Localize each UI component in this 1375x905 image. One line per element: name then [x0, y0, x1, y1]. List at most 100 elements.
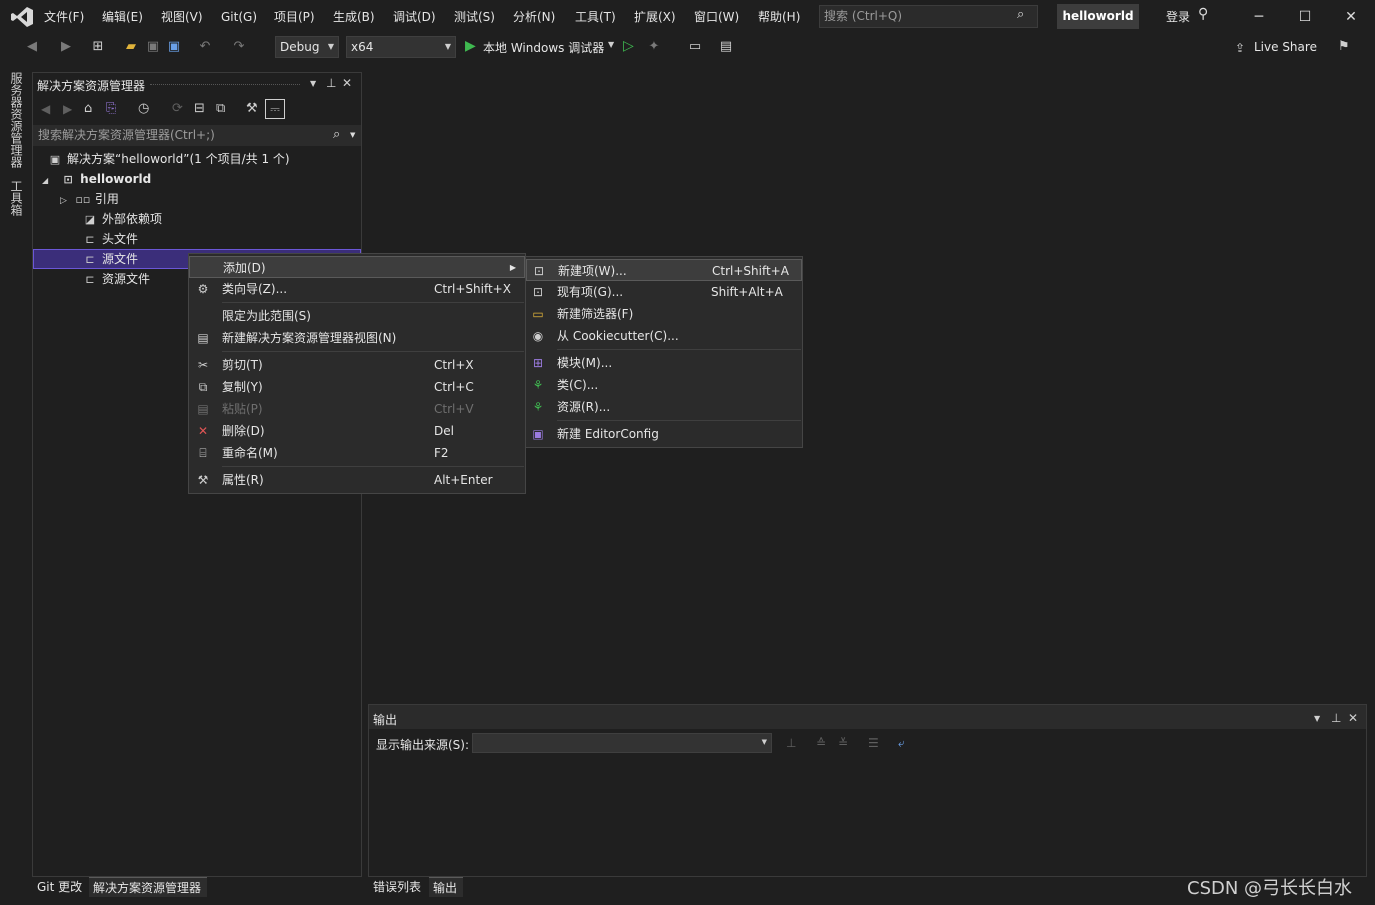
toolbox-tab[interactable]: 工具箱: [9, 180, 25, 220]
undo-icon[interactable]: ↶: [196, 38, 214, 56]
menu-item-add[interactable]: 添加(D) ▶: [189, 256, 525, 278]
solution-label: 解决方案“helloworld”(1 个项目/共 1 个): [67, 152, 290, 166]
forward-icon[interactable]: ▶: [63, 102, 72, 116]
menu-item-new-explorer-view[interactable]: ▤ 新建解决方案资源管理器视图(N): [189, 327, 525, 349]
submenu-item-new-item[interactable]: ⊡ 新建项(W)... Ctrl+Shift+A: [526, 259, 802, 281]
submenu-item-new-filter[interactable]: ▭ 新建筛选器(F): [526, 303, 802, 325]
menu-window[interactable]: 窗口(W): [694, 8, 739, 26]
tab-output[interactable]: 输出: [429, 877, 463, 897]
close-icon[interactable]: ✕: [342, 76, 352, 90]
tree-project-node[interactable]: ◢ ⊡ helloworld: [42, 169, 151, 189]
navigate-back-icon[interactable]: ◀: [22, 38, 42, 56]
solution-folder-icon[interactable]: ▭: [686, 38, 704, 56]
tree-source-files-node[interactable]: ⊏ 源文件: [82, 249, 138, 269]
pin-icon[interactable]: ⊥: [326, 76, 336, 90]
tree-resource-files-node[interactable]: ⊏ 资源文件: [82, 269, 150, 289]
home-icon[interactable]: ⌂: [84, 101, 92, 116]
live-share-icon[interactable]: ⇪: [1235, 41, 1245, 55]
menu-test[interactable]: 测试(S): [454, 8, 495, 26]
hot-reload-icon[interactable]: ✦: [645, 38, 663, 56]
redo-icon[interactable]: ↷: [230, 38, 248, 56]
preview-selected-icon[interactable]: ⎓: [265, 99, 285, 119]
tab-solution-explorer[interactable]: 解决方案资源管理器: [89, 877, 207, 897]
start-without-debug-icon[interactable]: ▷: [623, 38, 634, 54]
drag-grip[interactable]: [150, 84, 300, 85]
menu-item-copy[interactable]: ⧉ 复制(Y) Ctrl+C: [189, 376, 525, 398]
close-icon[interactable]: ✕: [1340, 6, 1362, 28]
tab-git-changes[interactable]: Git 更改: [33, 877, 86, 897]
collapse-triangle-icon[interactable]: ▷: [60, 196, 67, 206]
platform-select[interactable]: x64 ▼: [346, 36, 456, 58]
properties-wrench-icon[interactable]: ⚒: [246, 101, 258, 116]
minimize-icon[interactable]: ─: [1248, 6, 1270, 28]
submenu-item-resource[interactable]: ⚘ 资源(R)...: [526, 396, 802, 418]
menu-project[interactable]: 项目(P): [274, 8, 315, 26]
solution-name-badge: helloworld: [1057, 4, 1139, 29]
menu-item-scope-to-this[interactable]: 限定为此范围(S): [189, 305, 525, 327]
tab-error-list[interactable]: 错误列表: [369, 877, 425, 897]
search-icon[interactable]: ⌕: [1017, 7, 1024, 22]
word-wrap-icon[interactable]: ⤶: [898, 736, 905, 751]
menu-analyze[interactable]: 分析(N): [513, 8, 555, 26]
menu-build[interactable]: 生成(B): [333, 8, 375, 26]
tree-external-deps-node[interactable]: ◪ 外部依赖项: [82, 209, 162, 229]
pending-changes-icon[interactable]: ◷: [138, 101, 149, 116]
tree-header-files-node[interactable]: ⊏ 头文件: [82, 229, 138, 249]
submenu-item-editorconfig[interactable]: ▣ 新建 EditorConfig: [526, 423, 802, 445]
run-target-button[interactable]: 本地 Windows 调试器: [483, 39, 604, 56]
expand-triangle-icon[interactable]: ◢: [42, 176, 48, 185]
save-icon[interactable]: ▣: [144, 38, 162, 56]
config-select[interactable]: Debug ▼: [275, 36, 339, 58]
save-all-icon[interactable]: ▣: [165, 38, 183, 56]
submenu-item-cookiecutter[interactable]: ◉ 从 Cookiecutter(C)...: [526, 325, 802, 347]
solution-search-input[interactable]: 搜索解决方案资源管理器(Ctrl+;): [33, 125, 361, 146]
submenu-item-existing-item[interactable]: ⊡ 现有项(G)... Shift+Alt+A: [526, 281, 802, 303]
start-debug-icon[interactable]: ▶: [465, 38, 476, 54]
output-source-select[interactable]: ▼: [472, 733, 772, 753]
tree-solution-node[interactable]: ▣ 解决方案“helloworld”(1 个项目/共 1 个): [47, 149, 290, 169]
tree-references-node[interactable]: ▷ ▫▫ 引用: [60, 189, 119, 209]
menu-item-rename[interactable]: ⌸ 重命名(M) F2: [189, 442, 525, 464]
chevron-down-icon[interactable]: ▼: [608, 40, 614, 49]
prev-message-icon[interactable]: ≙: [816, 736, 826, 750]
login-link[interactable]: 登录: [1166, 8, 1190, 25]
back-icon[interactable]: ◀: [41, 102, 50, 116]
switch-views-icon[interactable]: ⎘: [106, 101, 116, 116]
menu-extensions[interactable]: 扩展(X): [634, 8, 676, 26]
pin-icon[interactable]: ⊥: [1331, 711, 1341, 725]
menu-view[interactable]: 视图(V): [161, 8, 203, 26]
menu-help[interactable]: 帮助(H): [758, 8, 800, 26]
layout-icon[interactable]: ▤: [716, 38, 736, 56]
server-explorer-tab[interactable]: 服务器资源管理器: [9, 72, 25, 170]
find-message-icon[interactable]: ⊥: [786, 736, 796, 750]
navigate-forward-icon[interactable]: ▶: [56, 38, 76, 56]
new-project-icon[interactable]: ⊞: [88, 38, 108, 56]
menu-item-class-wizard[interactable]: ⚙ 类向导(Z)... Ctrl+Shift+X: [189, 278, 525, 300]
menu-git[interactable]: Git(G): [221, 8, 257, 26]
maximize-icon[interactable]: ☐: [1294, 6, 1316, 28]
menu-item-cut[interactable]: ✂ 剪切(T) Ctrl+X: [189, 354, 525, 376]
feedback-icon[interactable]: ⚑: [1338, 39, 1350, 54]
close-icon[interactable]: ✕: [1348, 711, 1358, 725]
menu-debug[interactable]: 调试(D): [393, 8, 436, 26]
chevron-down-icon[interactable]: ▼: [310, 79, 316, 88]
live-share-button[interactable]: Live Share: [1254, 40, 1317, 54]
menu-file[interactable]: 文件(F): [44, 8, 84, 26]
show-all-files-icon[interactable]: ⧉: [216, 101, 225, 116]
collapse-all-icon[interactable]: ⊟: [194, 101, 205, 116]
open-folder-icon[interactable]: ▰: [121, 38, 141, 56]
chevron-down-icon[interactable]: ▼: [1314, 714, 1320, 723]
submenu-item-module[interactable]: ⊞ 模块(M)...: [526, 352, 802, 374]
clear-all-icon[interactable]: ☰: [868, 736, 879, 750]
account-icon[interactable]: ⚲: [1198, 6, 1208, 22]
submenu-item-class[interactable]: ⚘ 类(C)...: [526, 374, 802, 396]
menu-tools[interactable]: 工具(T): [575, 8, 616, 26]
menu-item-delete[interactable]: ✕ 删除(D) Del: [189, 420, 525, 442]
search-icon[interactable]: ⌕: [333, 127, 340, 142]
search-input[interactable]: 搜索 (Ctrl+Q): [819, 5, 1038, 28]
sync-icon[interactable]: ⟳: [172, 101, 183, 116]
menu-edit[interactable]: 编辑(E): [102, 8, 143, 26]
next-message-icon[interactable]: ≚: [838, 736, 848, 750]
menu-item-properties[interactable]: ⚒ 属性(R) Alt+Enter: [189, 469, 525, 491]
chevron-down-icon[interactable]: ▼: [350, 131, 355, 139]
